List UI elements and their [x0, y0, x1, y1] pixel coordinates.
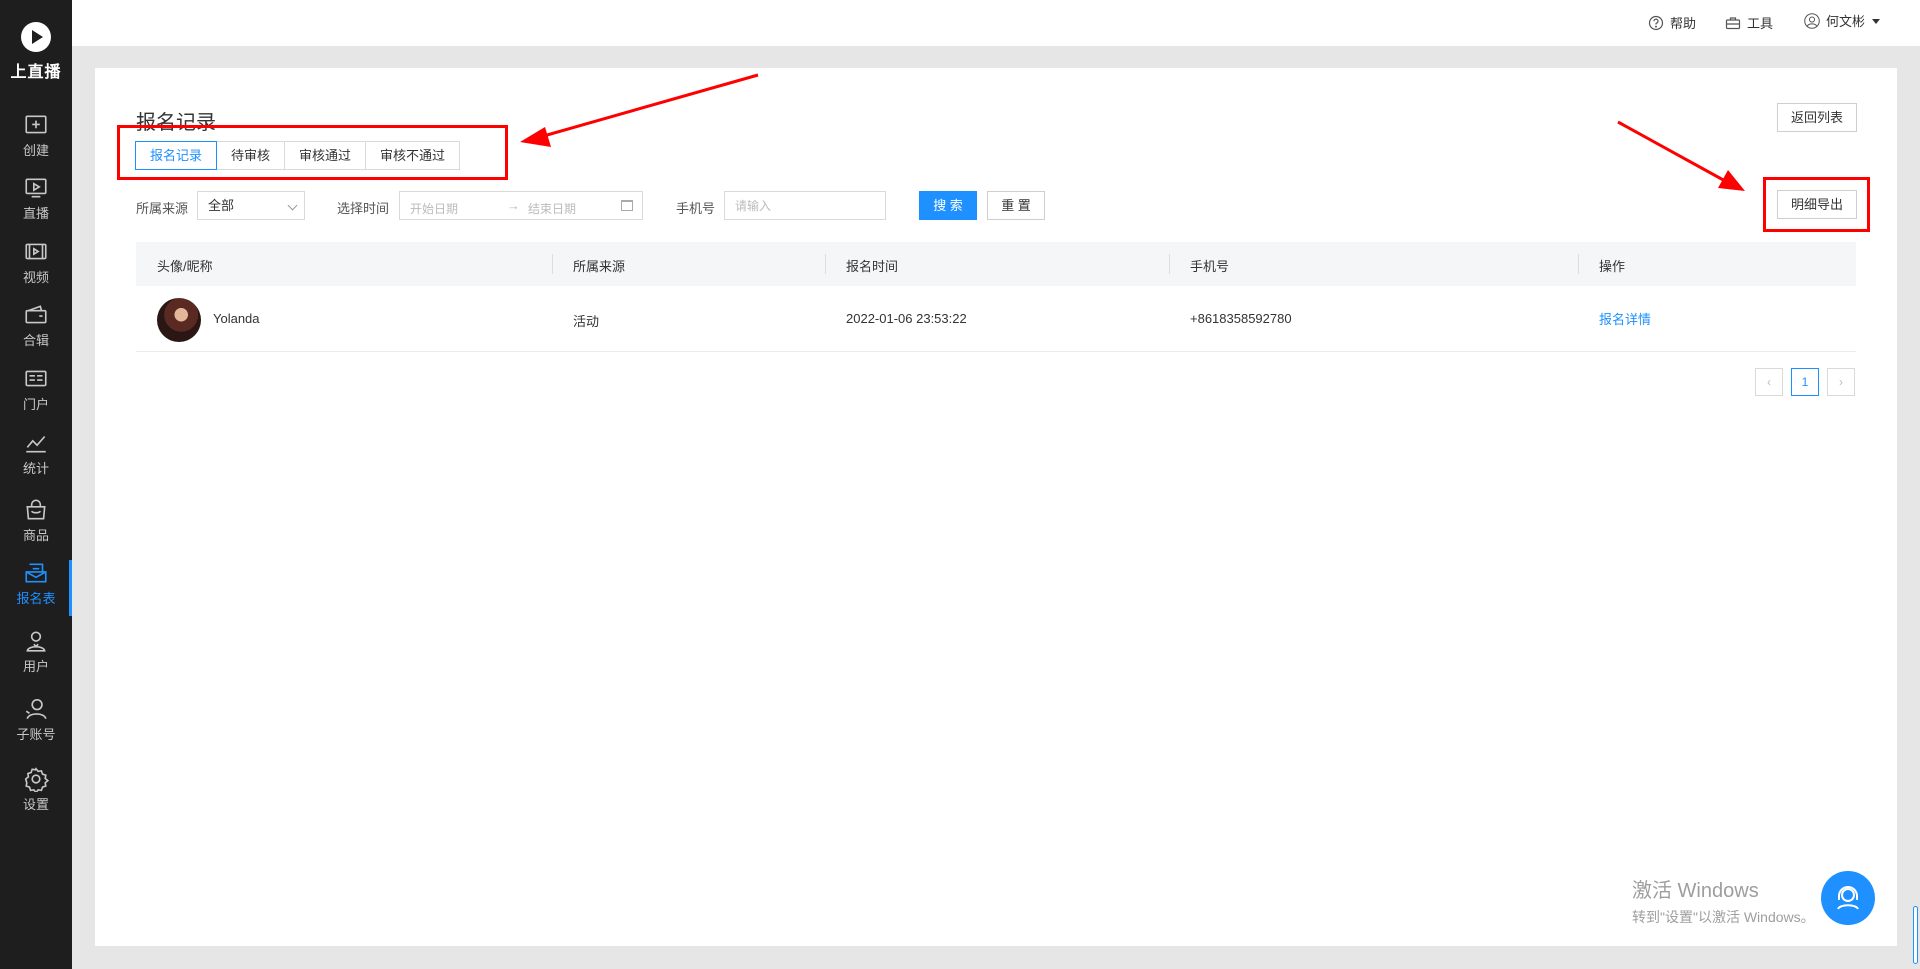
windows-activation-watermark: 激活 Windows 转到"设置"以激活 Windows。 [1632, 874, 1815, 927]
watermark-title: 激活 Windows [1632, 880, 1759, 902]
annotation-arrows [520, 73, 1745, 191]
tab-registration-records[interactable]: 报名记录 [135, 141, 218, 170]
watermark-subtitle: 转到"设置"以激活 Windows。 [1632, 909, 1815, 925]
scrollbar-thumb[interactable] [1913, 906, 1918, 964]
headset-agent-icon [1837, 886, 1859, 910]
customer-support-button[interactable] [1821, 871, 1875, 925]
